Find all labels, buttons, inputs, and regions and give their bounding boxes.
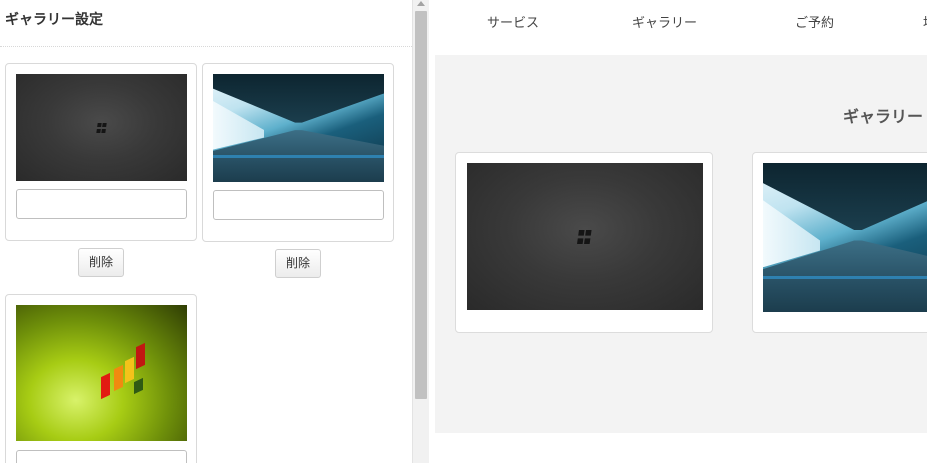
gallery-image — [467, 163, 703, 310]
windows-logo-icon — [577, 229, 593, 244]
gallery-item-card — [5, 294, 197, 463]
scroll-up-arrow-icon[interactable] — [417, 1, 425, 6]
caption-input[interactable] — [16, 450, 187, 463]
gallery-thumbnail — [16, 305, 187, 441]
nav-item-services[interactable]: サービス — [487, 12, 539, 31]
windows-logo-icon — [95, 122, 107, 133]
scrollbar[interactable] — [412, 0, 429, 463]
preview-nav: サービス ギャラリー ご予約 地 — [430, 0, 927, 40]
gallery-card[interactable] — [455, 152, 713, 333]
gallery-settings-panel: ギャラリー設定 削除 削除 — [0, 0, 412, 463]
gallery-thumbnail — [16, 74, 187, 181]
gallery-item-card — [5, 63, 197, 241]
gallery-heading: ギャラリー — [843, 107, 924, 126]
nav-item-access[interactable]: 地 — [923, 12, 927, 31]
gallery-thumbnail — [213, 74, 384, 182]
panel-title: ギャラリー設定 — [5, 12, 103, 28]
nav-item-reservation[interactable]: ご予約 — [795, 12, 834, 31]
nav-item-gallery[interactable]: ギャラリー — [632, 12, 697, 31]
scrollbar-thumb[interactable] — [415, 11, 427, 399]
caption-input[interactable] — [213, 190, 384, 220]
gallery-item-card — [202, 63, 394, 242]
delete-button[interactable]: 削除 — [275, 249, 321, 278]
delete-button[interactable]: 削除 — [78, 248, 124, 277]
gallery-section: ギャラリー — [435, 55, 927, 433]
site-preview: サービス ギャラリー ご予約 地 ギャラリー — [430, 0, 927, 463]
caption-input[interactable] — [16, 189, 187, 219]
divider — [0, 46, 412, 47]
gallery-card[interactable] — [752, 152, 927, 333]
gallery-image — [763, 163, 927, 312]
